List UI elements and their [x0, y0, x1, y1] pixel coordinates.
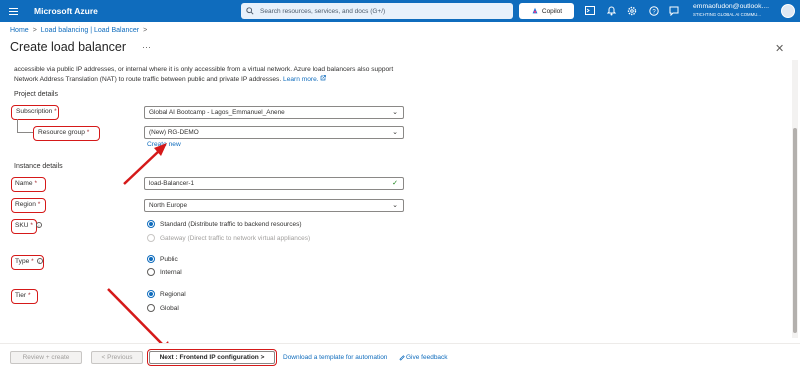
required-marker: * [54, 108, 57, 115]
project-details-heading: Project details [14, 91, 58, 98]
name-input[interactable]: load-Balancer-1 ✓ [144, 177, 404, 190]
tier-label: Tier * [15, 292, 31, 299]
type-label: Type * i [15, 258, 43, 265]
create-new-link[interactable]: Create new [147, 141, 181, 148]
required-marker: * [86, 129, 90, 136]
instance-details-heading: Instance details [14, 163, 63, 170]
chevron-down-icon: ⌄ [392, 202, 398, 209]
resource-group-label: Resource group * [38, 129, 89, 136]
info-icon[interactable]: i [35, 222, 42, 229]
subscription-label: Subscription * [16, 108, 57, 115]
tier-global-radio[interactable]: Global [147, 304, 179, 312]
previous-button[interactable]: < Previous [91, 351, 143, 364]
search-icon [246, 7, 254, 15]
chevron-down-icon: ⌄ [392, 109, 398, 116]
subscription-dropdown[interactable]: Global AI Bootcamp - Lagos_Emmanuel_Anen… [144, 106, 404, 119]
subscription-label-text: Subscription [16, 108, 53, 115]
feedback-icon [399, 355, 405, 361]
radio-dot [147, 220, 155, 228]
avatar[interactable] [781, 4, 795, 18]
name-value: load-Balancer-1 [149, 180, 195, 187]
name-label: Name * [15, 180, 37, 187]
radio-dot [147, 255, 155, 263]
copilot-button[interactable]: Copilot [519, 3, 574, 19]
tier-regional-radio[interactable]: Regional [147, 290, 186, 298]
sku-standard-label: Standard (Distribute traffic to backend … [160, 220, 302, 228]
type-public-radio[interactable]: Public [147, 255, 178, 263]
close-icon[interactable]: ✕ [775, 42, 784, 55]
review-create-button[interactable]: Review + create [10, 351, 82, 364]
resource-group-label-text: Resource group [38, 129, 85, 136]
sku-standard-radio[interactable]: Standard (Distribute traffic to backend … [147, 220, 302, 228]
type-internal-label: Internal [160, 268, 182, 276]
sku-gateway-label: Gateway (Direct traffic to network virtu… [160, 234, 311, 242]
info-icon[interactable]: i [36, 258, 43, 265]
more-options-icon[interactable]: ··· [142, 42, 151, 52]
account-email: emmaofudon@outlook.... [693, 3, 770, 10]
required-marker: * [34, 180, 38, 187]
region-dropdown[interactable]: North Europe ⌄ [144, 199, 404, 212]
required-marker: * [27, 292, 31, 299]
required-marker: * [31, 258, 34, 265]
scrollbar-thumb[interactable] [793, 128, 797, 333]
page-title: Create load balancer [10, 40, 127, 54]
checkmark-icon: ✓ [392, 180, 398, 187]
chevron-down-icon: ⌄ [392, 129, 398, 136]
subscription-value: Global AI Bootcamp - Lagos_Emmanuel_Anen… [149, 109, 285, 116]
radio-dot [147, 290, 155, 298]
account-info[interactable]: emmaofudon@outlook.... STICHTING GLOBAL … [693, 3, 769, 18]
feedback-icon[interactable] [668, 5, 679, 16]
brand-title[interactable]: Microsoft Azure [34, 6, 98, 16]
sku-label-text: SKU [15, 222, 29, 229]
breadcrumb: Home > Load balancing | Load Balancer > [10, 27, 151, 34]
required-marker: * [37, 201, 41, 208]
give-feedback-label: Give feedback [406, 354, 448, 361]
tier-global-label: Global [160, 304, 179, 312]
give-feedback-link[interactable]: Give feedback [399, 354, 448, 361]
intro-text: accessible via public IP addresses, or i… [14, 66, 394, 83]
type-internal-radio[interactable]: Internal [147, 268, 182, 276]
breadcrumb-home[interactable]: Home [10, 27, 29, 34]
learn-more-link[interactable]: Learn more. [283, 76, 319, 83]
resource-group-value: (New) RG-DEMO [149, 129, 199, 136]
type-public-label: Public [160, 255, 178, 263]
cloud-shell-icon[interactable] [584, 5, 595, 16]
sku-label: SKU * i [15, 222, 42, 229]
name-label-text: Name [15, 180, 33, 187]
help-icon[interactable]: ? [648, 5, 659, 16]
bell-icon[interactable] [606, 5, 617, 16]
download-template-link[interactable]: Download a template for automation [283, 354, 387, 361]
menu-icon[interactable] [0, 0, 26, 22]
sku-gateway-radio[interactable]: Gateway (Direct traffic to network virtu… [147, 234, 310, 242]
intro-description: accessible via public IP addresses, or i… [14, 66, 414, 84]
account-org: STICHTING GLOBAL AI COMMU... [693, 12, 761, 17]
next-frontend-ip-button[interactable]: Next : Frontend IP configuration > [149, 351, 275, 364]
tree-connector [17, 119, 18, 133]
region-value: North Europe [149, 202, 188, 209]
region-label-text: Region [15, 201, 36, 208]
type-label-text: Type [15, 258, 30, 265]
gear-icon[interactable] [626, 5, 637, 16]
resource-group-dropdown[interactable]: (New) RG-DEMO ⌄ [144, 126, 404, 139]
radio-dot [147, 304, 155, 312]
radio-dot [147, 234, 155, 242]
tree-connector [17, 132, 33, 133]
tier-regional-label: Regional [160, 290, 186, 298]
breadcrumb-separator: > [143, 27, 148, 34]
search-placeholder: Search resources, services, and docs (G+… [260, 7, 386, 15]
breadcrumb-load-balancing[interactable]: Load balancing | Load Balancer [41, 27, 139, 34]
copilot-icon [532, 7, 538, 14]
required-marker: * [30, 222, 33, 229]
breadcrumb-separator: > [32, 27, 37, 34]
radio-dot [147, 268, 155, 276]
tier-label-text: Tier [15, 292, 27, 299]
region-label: Region * [15, 201, 40, 208]
global-search-input[interactable]: Search resources, services, and docs (G+… [241, 3, 513, 19]
copilot-label: Copilot [541, 7, 563, 15]
external-link-icon [321, 74, 327, 80]
